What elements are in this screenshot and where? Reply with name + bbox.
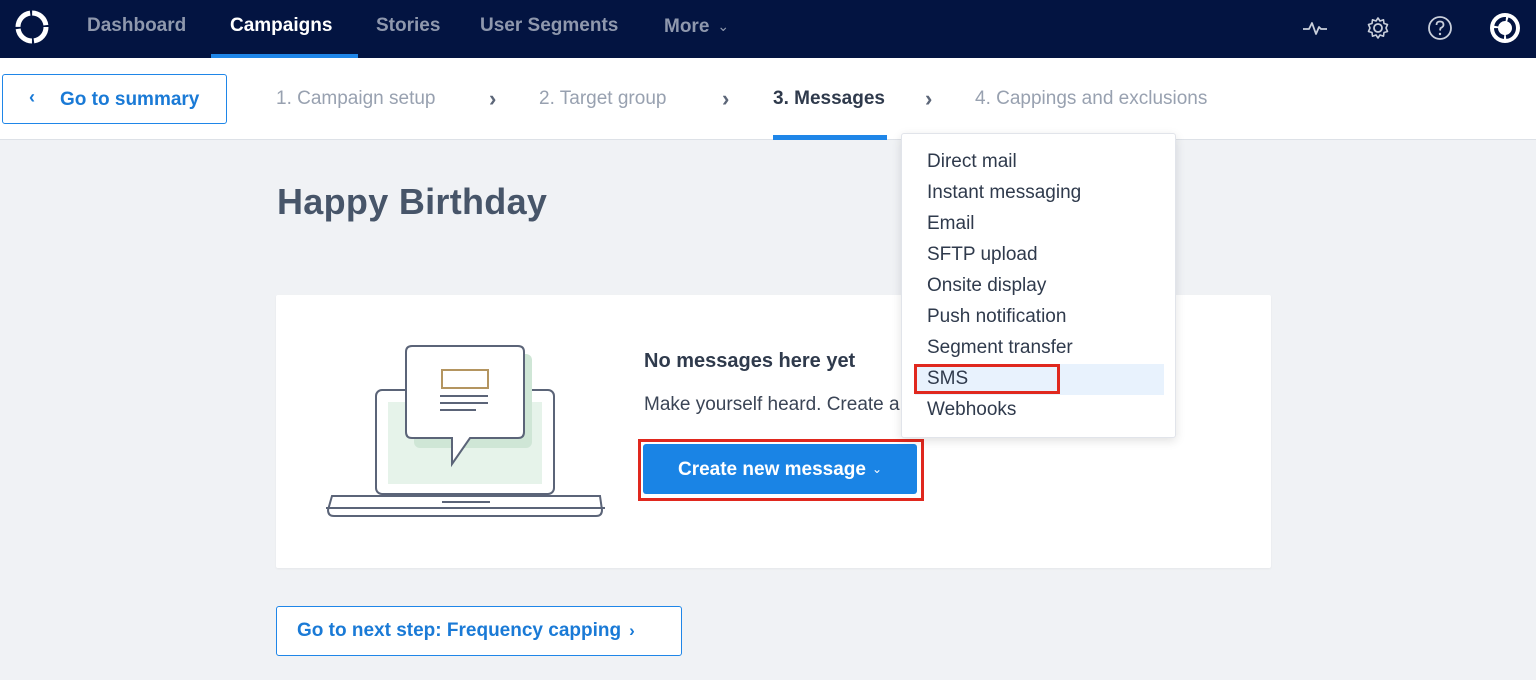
chevron-left-icon: ‹	[29, 87, 35, 107]
nav-campaigns[interactable]: Campaigns	[230, 0, 332, 58]
nav-more-label: More	[664, 16, 710, 37]
message-type-dropdown: Direct mail Instant messaging Email SFTP…	[901, 133, 1176, 438]
page-title: Happy Birthday	[277, 181, 548, 222]
menu-item-sms[interactable]: SMS	[927, 368, 968, 390]
menu-item-webhooks[interactable]: Webhooks	[927, 399, 1016, 421]
app-logo-icon[interactable]	[14, 9, 50, 45]
menu-item-segment-transfer[interactable]: Segment transfer	[927, 337, 1073, 359]
empty-state-text: Make yourself heard. Create a	[644, 394, 900, 415]
chevron-right-icon: ›	[489, 86, 497, 111]
next-step-button[interactable]: Go to next step: Frequency capping ›	[276, 606, 682, 656]
menu-item-push-notification[interactable]: Push notification	[927, 306, 1066, 328]
nav-user-segments[interactable]: User Segments	[480, 0, 618, 58]
chevron-down-icon: ⌄	[717, 18, 730, 34]
go-to-summary-button[interactable]: ‹ Go to summary	[2, 74, 227, 124]
menu-item-sftp-upload[interactable]: SFTP upload	[927, 244, 1038, 266]
menu-item-instant-messaging[interactable]: Instant messaging	[927, 182, 1081, 204]
menu-item-onsite-display[interactable]: Onsite display	[927, 275, 1046, 297]
menu-item-direct-mail[interactable]: Direct mail	[927, 151, 1017, 173]
gear-icon[interactable]	[1365, 15, 1391, 41]
step-target-group[interactable]: 2. Target group	[539, 88, 666, 110]
create-new-message-button[interactable]: Create new message ⌄	[643, 444, 917, 494]
nav-more[interactable]: More ⌄	[664, 0, 729, 58]
menu-item-email[interactable]: Email	[927, 213, 975, 235]
step-active-indicator	[773, 135, 887, 140]
step-bar: ‹ Go to summary 1. Campaign setup › 2. T…	[0, 58, 1536, 140]
step-cappings-exclusions[interactable]: 4. Cappings and exclusions	[975, 88, 1207, 110]
top-nav: Dashboard Campaigns Stories User Segment…	[0, 0, 1536, 58]
nav-dashboard[interactable]: Dashboard	[87, 0, 186, 58]
chevron-down-icon: ⌄	[871, 462, 883, 476]
chevron-right-icon: ›	[629, 621, 635, 640]
chevron-right-icon: ›	[722, 86, 730, 111]
chevron-right-icon: ›	[925, 86, 933, 111]
user-avatar-icon[interactable]	[1489, 12, 1521, 44]
nav-stories[interactable]: Stories	[376, 0, 440, 58]
next-step-label: Go to next step: Frequency capping	[297, 620, 622, 641]
activity-icon[interactable]	[1302, 15, 1328, 41]
empty-state-title: No messages here yet	[644, 350, 856, 372]
create-new-message-label: Create new message	[677, 459, 866, 480]
go-to-summary-label: Go to summary	[60, 89, 200, 110]
laptop-message-illustration	[326, 345, 605, 517]
step-campaign-setup[interactable]: 1. Campaign setup	[276, 88, 436, 110]
help-icon[interactable]	[1427, 15, 1453, 41]
step-messages[interactable]: 3. Messages	[773, 88, 885, 110]
